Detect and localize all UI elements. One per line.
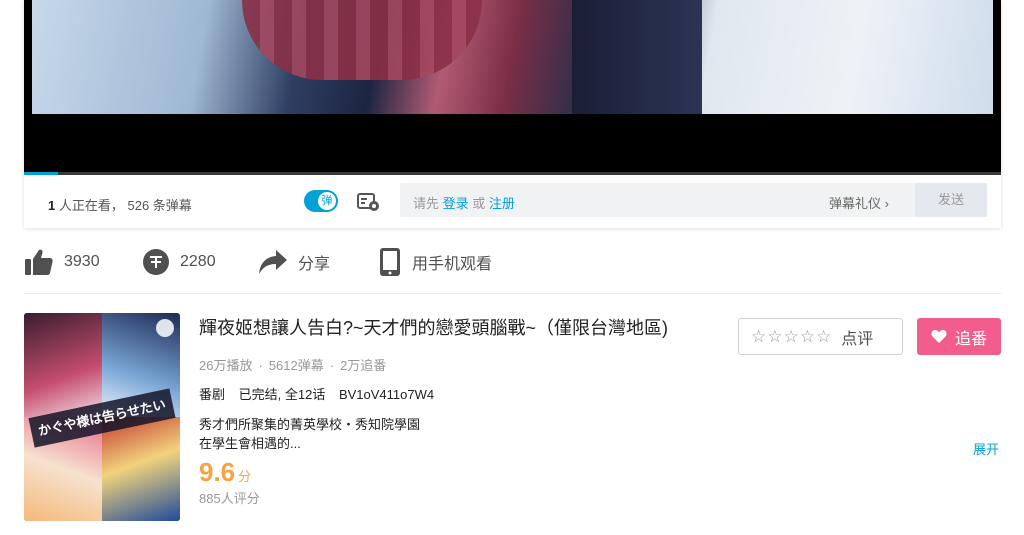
score-unit: 分 [238, 469, 252, 484]
mobile-watch-button[interactable]: 用手机观看 [378, 244, 492, 280]
divider [24, 293, 1001, 294]
danmaku-toggle[interactable]: 弹 [304, 190, 338, 212]
review-label: 点评 [841, 330, 874, 348]
phone-icon [380, 248, 400, 276]
like-count: 3930 [64, 253, 100, 270]
raters-count: 885人评分 [199, 491, 260, 506]
share-icon [259, 250, 287, 274]
media-cover[interactable]: かぐや様は告らせたい [24, 313, 180, 521]
video-player: 1 人正在看， 526 条弹幕 弹 请先 登录 或 注册 弹幕礼仪 › 发送 [24, 0, 1001, 228]
media-bvid: BV1oV411o7W4 [338, 387, 435, 402]
register-link[interactable]: 注册 [489, 196, 515, 211]
send-button[interactable]: 发送 [915, 183, 987, 217]
follow-button[interactable]: 追番 [917, 318, 1001, 355]
share-label: 分享 [298, 256, 331, 273]
video-frame[interactable] [24, 0, 1001, 172]
danmaku-input[interactable]: 请先 登录 或 注册 弹幕礼仪 › 发送 [400, 183, 987, 217]
mobile-watch-label: 用手机观看 [412, 256, 493, 273]
like-button[interactable]: 3930 [24, 244, 100, 280]
media-score: 9.6 分 [199, 457, 719, 488]
coin-button[interactable]: 2280 [142, 244, 216, 280]
thumbs-up-icon [25, 249, 53, 275]
action-bar: 3930 2280 分享 用手机观看 [24, 244, 1001, 280]
media-description: 秀才們所聚集的菁英學校・秀知院學園 在學生會相遇的... [199, 417, 421, 451]
danmaku-settings-icon[interactable] [357, 191, 381, 213]
media-status: 已完结, 全12话 [238, 387, 326, 402]
coin-count: 2280 [180, 253, 216, 270]
media-stats: 26万播放 · 5612弹幕 · 2万追番 [199, 358, 387, 373]
danmaku-bar: 1 人正在看， 526 条弹幕 弹 请先 登录 或 注册 弹幕礼仪 › 发送 [24, 175, 1001, 228]
viewer-count: 1 人正在看， 526 条弹幕 [48, 198, 192, 213]
media-meta: 番剧 已完结, 全12话 BV1oV411o7W4 [199, 384, 719, 403]
media-info: 輝夜姬想讓人告白?~天才們的戀愛頭腦戰~（僅限台灣地區) 26万播放 · 5612弹… [199, 313, 719, 507]
review-button[interactable]: ☆☆☆☆☆ 点评 [738, 318, 903, 355]
video-image [32, 0, 993, 114]
media-title[interactable]: 輝夜姬想讓人告白?~天才們的戀愛頭腦戰~（僅限台灣地區) [199, 313, 719, 343]
star-rating-icon: ☆☆☆☆☆ [751, 326, 833, 346]
expand-link[interactable]: 展开 [973, 439, 999, 458]
danmaku-toggle-label: 弹 [318, 192, 336, 210]
follow-label: 追番 [954, 330, 987, 348]
media-type: 番剧 [199, 387, 226, 402]
heart-icon [931, 330, 947, 343]
coin-icon [143, 249, 169, 275]
danmaku-etiquette-link[interactable]: 弹幕礼仪 › [829, 193, 889, 212]
share-button[interactable]: 分享 [258, 244, 330, 280]
login-link[interactable]: 登录 [443, 196, 469, 211]
score-value: 9.6 [199, 457, 236, 487]
cover-badge-icon [156, 319, 174, 337]
